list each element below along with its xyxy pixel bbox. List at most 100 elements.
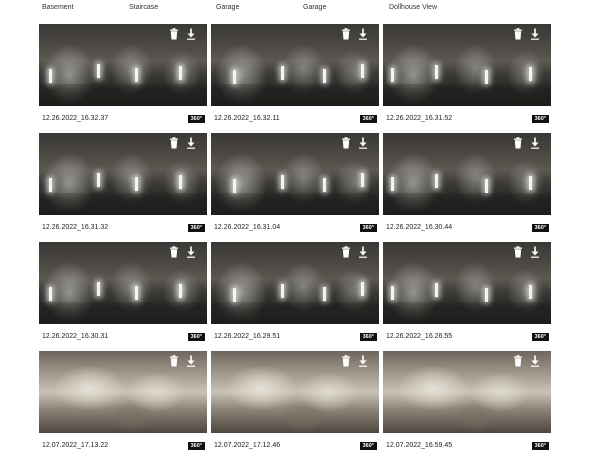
floor-shading xyxy=(211,84,379,106)
photo-timestamp: 12.26.2022_16.32.37 xyxy=(42,115,109,122)
photo-card[interactable]: 12.07.2022_16.59.45 360° xyxy=(383,351,551,460)
trash-icon[interactable] xyxy=(513,137,523,149)
panorama-thumbnail[interactable] xyxy=(211,133,379,215)
scene-tabs-bar: Basement Staircase Garage Garage Dollhou… xyxy=(0,0,600,16)
download-icon[interactable] xyxy=(358,28,368,40)
light-fixture xyxy=(281,284,284,298)
light-fixture xyxy=(97,173,100,187)
download-icon[interactable] xyxy=(530,28,540,40)
photo-card[interactable]: 12.26.2022_16.32.11 360° xyxy=(211,24,379,133)
photo-card[interactable]: 12.26.2022_16.30.31 360° xyxy=(39,242,207,351)
photo-timestamp: 12.26.2022_16.31.04 xyxy=(214,224,281,231)
photo-meta: 12.26.2022_16.26.55 360° xyxy=(383,324,551,351)
trash-icon[interactable] xyxy=(341,137,351,149)
light-fixture xyxy=(233,179,236,193)
photo-card[interactable]: 12.26.2022_16.31.52 360° xyxy=(383,24,551,133)
badge-360: 360° xyxy=(359,224,377,232)
trash-icon[interactable] xyxy=(169,137,179,149)
light-fixture xyxy=(233,70,236,84)
panorama-thumbnail[interactable] xyxy=(383,242,551,324)
photo-card[interactable]: 12.26.2022_16.29.51 360° xyxy=(211,242,379,351)
panorama-thumbnail[interactable] xyxy=(39,242,207,324)
trash-icon[interactable] xyxy=(169,246,179,258)
photo-meta: 12.26.2022_16.31.32 360° xyxy=(39,215,207,242)
badge-360: 360° xyxy=(359,333,377,341)
light-fixture xyxy=(49,287,52,301)
light-fixture xyxy=(323,69,326,83)
light-fixture xyxy=(485,288,488,302)
badge-360: 360° xyxy=(187,224,205,232)
trash-icon[interactable] xyxy=(513,28,523,40)
light-fixture xyxy=(135,286,138,300)
trash-icon[interactable] xyxy=(513,246,523,258)
light-fixture xyxy=(435,283,438,297)
photo-timestamp: 12.26.2022_16.32.11 xyxy=(214,115,280,122)
light-fixture xyxy=(361,282,364,296)
tab-basement[interactable]: Basement xyxy=(42,4,74,11)
panorama-thumbnail[interactable] xyxy=(383,133,551,215)
trash-icon[interactable] xyxy=(341,28,351,40)
photo-timestamp: 12.26.2022_16.29.51 xyxy=(214,333,281,340)
badge-360: 360° xyxy=(531,442,549,450)
floor-shading xyxy=(211,193,379,215)
badge-360: 360° xyxy=(187,333,205,341)
panorama-thumbnail[interactable] xyxy=(211,24,379,106)
photo-card[interactable]: 12.26.2022_16.26.55 360° xyxy=(383,242,551,351)
photo-timestamp: 12.26.2022_16.31.52 xyxy=(386,115,453,122)
trash-icon[interactable] xyxy=(169,355,179,367)
download-icon[interactable] xyxy=(530,355,540,367)
light-fixture xyxy=(281,66,284,80)
download-icon[interactable] xyxy=(186,137,196,149)
panorama-thumbnail[interactable] xyxy=(211,242,379,324)
light-fixture xyxy=(485,179,488,193)
tab-garage-2[interactable]: Garage xyxy=(303,4,326,11)
light-fixture xyxy=(391,68,394,82)
badge-360: 360° xyxy=(531,224,549,232)
badge-360: 360° xyxy=(531,333,549,341)
light-fixture xyxy=(233,288,236,302)
download-icon[interactable] xyxy=(186,355,196,367)
photo-card[interactable]: 12.26.2022_16.31.04 360° xyxy=(211,133,379,242)
photo-card[interactable]: 12.07.2022_17.12.46 360° xyxy=(211,351,379,460)
download-icon[interactable] xyxy=(358,246,368,258)
photo-card[interactable]: 12.26.2022_16.32.37 360° xyxy=(39,24,207,133)
floor-shading xyxy=(383,302,551,324)
trash-icon[interactable] xyxy=(169,28,179,40)
panorama-thumbnail[interactable] xyxy=(383,351,551,433)
download-icon[interactable] xyxy=(358,137,368,149)
download-icon[interactable] xyxy=(530,246,540,258)
light-fixture xyxy=(323,287,326,301)
photo-meta: 12.26.2022_16.30.31 360° xyxy=(39,324,207,351)
light-fixture xyxy=(323,178,326,192)
panorama-thumbnail[interactable] xyxy=(39,133,207,215)
photo-meta: 12.26.2022_16.32.37 360° xyxy=(39,106,207,133)
panorama-thumbnail[interactable] xyxy=(211,351,379,433)
photo-card[interactable]: 12.26.2022_16.30.44 360° xyxy=(383,133,551,242)
panorama-thumbnail[interactable] xyxy=(383,24,551,106)
photo-card[interactable]: 12.07.2022_17.13.22 360° xyxy=(39,351,207,460)
download-icon[interactable] xyxy=(186,246,196,258)
trash-icon[interactable] xyxy=(513,355,523,367)
trash-icon[interactable] xyxy=(341,355,351,367)
download-icon[interactable] xyxy=(186,28,196,40)
photo-card[interactable]: 12.26.2022_16.31.32 360° xyxy=(39,133,207,242)
light-fixture xyxy=(135,177,138,191)
trash-icon[interactable] xyxy=(341,246,351,258)
tab-garage[interactable]: Garage xyxy=(216,4,239,11)
photo-timestamp: 12.07.2022_17.13.22 xyxy=(42,442,109,449)
light-fixture xyxy=(97,282,100,296)
download-icon[interactable] xyxy=(530,137,540,149)
light-fixture xyxy=(391,286,394,300)
light-fixture xyxy=(179,66,182,80)
photo-timestamp: 12.07.2022_16.59.45 xyxy=(386,442,453,449)
light-fixture xyxy=(49,178,52,192)
download-icon[interactable] xyxy=(358,355,368,367)
photo-timestamp: 12.26.2022_16.26.55 xyxy=(386,333,453,340)
light-fixture xyxy=(485,70,488,84)
panorama-thumbnail[interactable] xyxy=(39,24,207,106)
tab-dollhouse-view[interactable]: Dollhouse View xyxy=(389,4,437,11)
panorama-thumbnail[interactable] xyxy=(39,351,207,433)
light-fixture xyxy=(97,64,100,78)
tab-staircase[interactable]: Staircase xyxy=(129,4,158,11)
floor-shading xyxy=(39,84,207,106)
